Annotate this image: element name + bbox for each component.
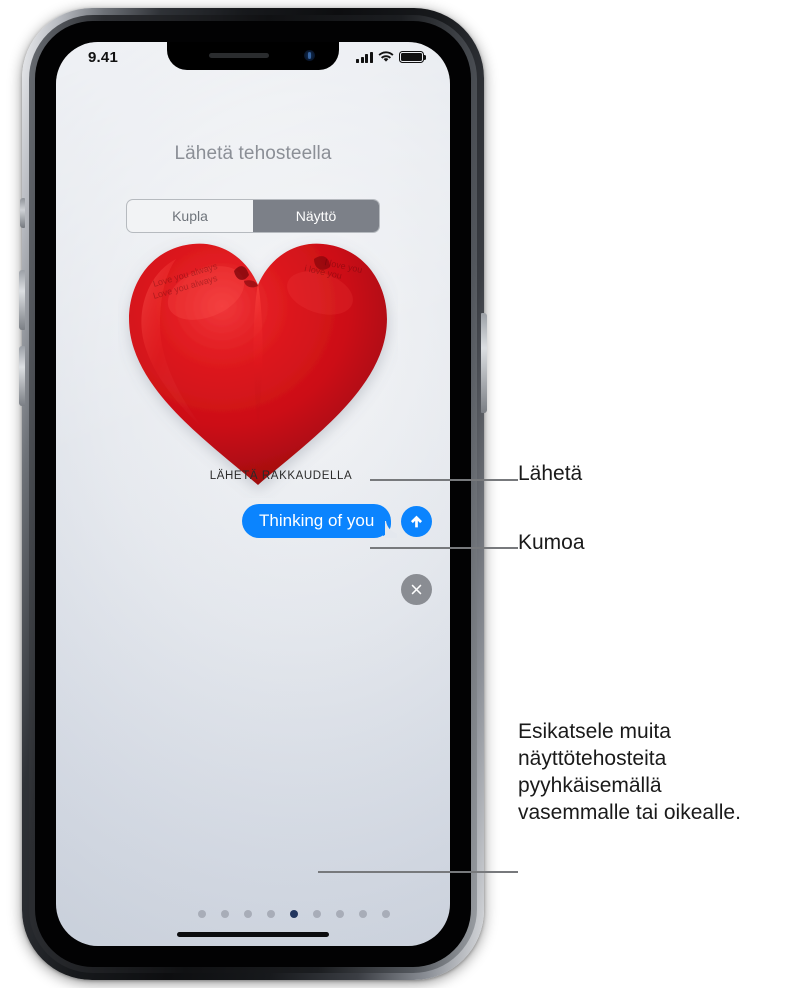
message-bubble[interactable]: Thinking of you [242, 504, 398, 538]
earpiece-speaker-icon [209, 53, 269, 58]
callout-leader-swipe [318, 871, 518, 873]
message-bubble-text: Thinking of you [259, 511, 375, 530]
callout-leader-send [370, 479, 518, 481]
callout-label-send: Lähetä [518, 462, 583, 485]
page-dot[interactable] [244, 910, 252, 918]
volume-down-button[interactable] [19, 346, 25, 406]
page-dot[interactable] [313, 910, 321, 918]
page-dot-active[interactable] [290, 910, 298, 918]
notch [167, 42, 339, 70]
silent-switch[interactable] [20, 198, 25, 228]
callout-leader-cancel [370, 547, 518, 549]
home-indicator[interactable] [177, 932, 329, 937]
page-dot[interactable] [336, 910, 344, 918]
heart-balloon-icon: Love you always Love you always i love y… [118, 223, 398, 498]
side-button[interactable] [481, 313, 487, 413]
callout-label-swipe: Esikatsele muita näyttötehosteita pyyhkä… [518, 720, 741, 824]
wifi-icon [378, 51, 394, 62]
page-title: Lähetä tehosteella [174, 143, 332, 164]
callout-label-cancel: Kumoa [518, 531, 585, 554]
cellular-signal-icon [356, 52, 373, 63]
phone-screen: 9.41 Lähetä tehosteella Kupla Näyttö Lov… [56, 42, 450, 946]
arrow-up-icon [410, 515, 423, 528]
send-button[interactable] [401, 506, 432, 537]
page-dot[interactable] [221, 910, 229, 918]
cancel-button[interactable] [401, 574, 432, 605]
page-dot[interactable] [198, 910, 206, 918]
page-dot[interactable] [382, 910, 390, 918]
page-dot[interactable] [359, 910, 367, 918]
battery-icon [399, 51, 427, 63]
volume-up-button[interactable] [19, 270, 25, 330]
status-bar-time: 9.41 [88, 49, 118, 66]
front-camera-icon [304, 50, 315, 61]
page-dot[interactable] [267, 910, 275, 918]
message-bubble-tail [383, 521, 398, 538]
heart-balloon-graphic: Love you always Love you always i love y… [129, 243, 387, 485]
page-indicator-dots[interactable] [198, 910, 390, 918]
iphone-device: 9.41 Lähetä tehosteella Kupla Näyttö Lov… [19, 8, 487, 980]
close-x-icon [411, 584, 422, 595]
status-bar-icons [356, 51, 427, 63]
